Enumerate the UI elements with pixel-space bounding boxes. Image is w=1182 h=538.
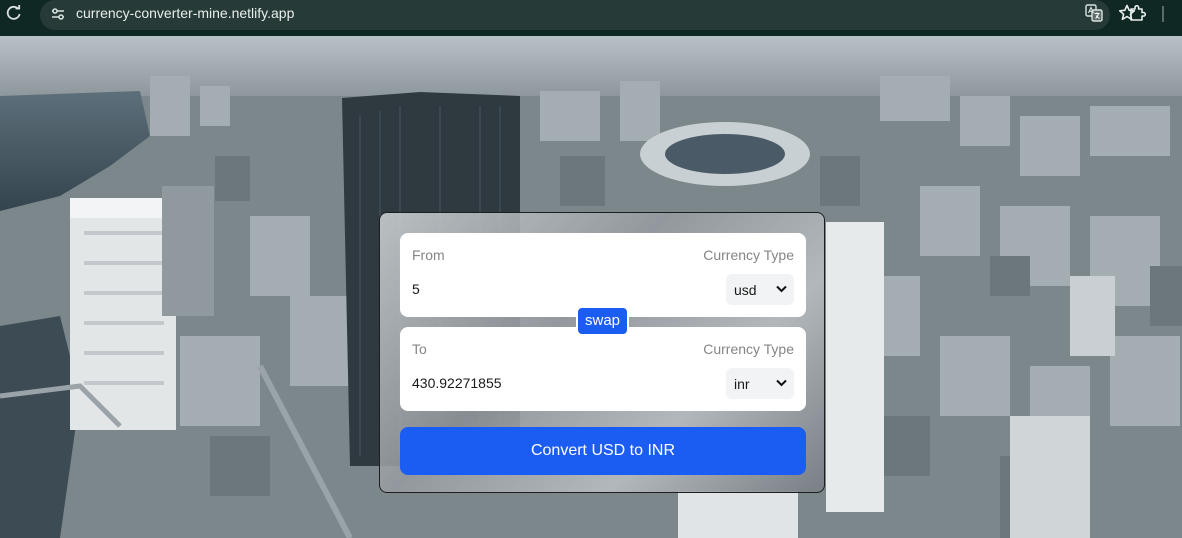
to-panel: To Currency Type 430.92271855 inr xyxy=(400,327,806,411)
convert-button[interactable]: Convert USD to INR xyxy=(400,427,806,475)
to-currency-type-label: Currency Type xyxy=(703,341,794,357)
url-text[interactable]: currency-converter-mine.netlify.app xyxy=(76,4,294,22)
from-panel: From Currency Type 5 usd xyxy=(400,233,806,317)
to-currency-select[interactable]: inr xyxy=(726,368,794,399)
to-amount-input[interactable]: 430.92271855 xyxy=(412,375,502,391)
converter-card: From Currency Type 5 usd To Currency Typ… xyxy=(379,212,825,493)
chevron-down-icon xyxy=(776,285,787,293)
chevron-down-icon xyxy=(776,379,787,387)
to-label: To xyxy=(412,341,427,357)
from-currency-value: usd xyxy=(734,282,757,298)
toolbar-divider xyxy=(1162,6,1164,22)
swap-button[interactable]: swap xyxy=(576,306,629,336)
from-amount-input[interactable]: 5 xyxy=(412,281,420,297)
from-currency-type-label: Currency Type xyxy=(703,247,794,263)
extensions-icon[interactable] xyxy=(1127,3,1147,23)
address-bar[interactable]: currency-converter-mine.netlify.app xyxy=(40,0,1136,30)
from-currency-select[interactable]: usd xyxy=(726,274,794,305)
to-currency-value: inr xyxy=(734,376,750,392)
reload-icon[interactable] xyxy=(5,4,23,22)
from-label: From xyxy=(412,247,445,263)
translate-icon[interactable] xyxy=(1084,3,1104,23)
site-info-icon[interactable] xyxy=(50,6,66,22)
browser-toolbar: currency-converter-mine.netlify.app xyxy=(0,0,1182,36)
